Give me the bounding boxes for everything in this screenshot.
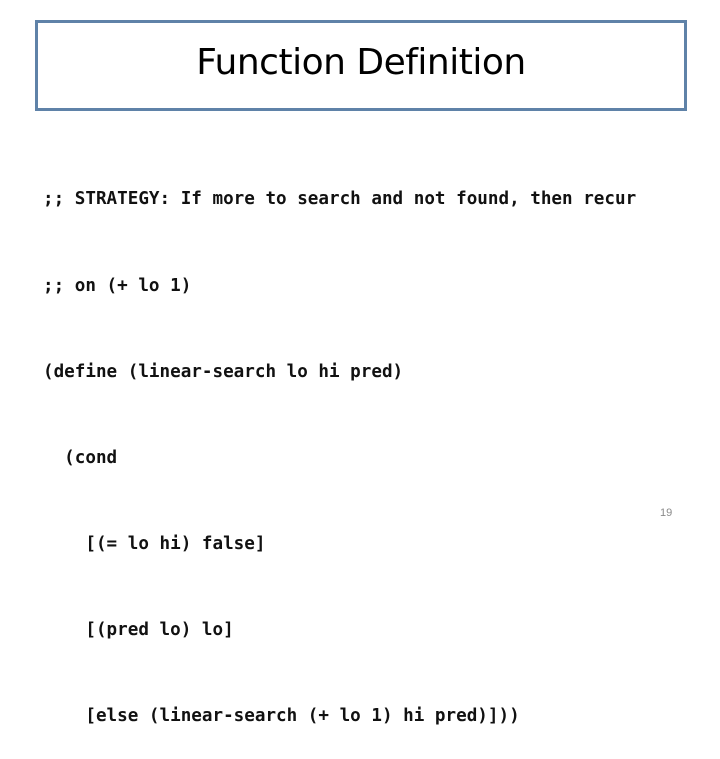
code-line-clause-equal: [(= lo hi) false]	[43, 533, 266, 554]
code-line-comment-strategy: ;; STRATEGY: If more to search and not f…	[43, 189, 637, 210]
code-block: ;; STRATEGY: If more to search and not f…	[43, 128, 636, 759]
code-line-cond: (cond	[43, 447, 118, 468]
slide-title: Function Definition	[196, 42, 526, 83]
code-line-clause-else: [else (linear-search (+ lo 1) hi pred)])…	[43, 705, 520, 726]
slide-number: 19	[660, 507, 673, 519]
title-box: Function Definition	[35, 20, 687, 111]
code-line-comment-recur: ;; on (+ lo 1)	[43, 275, 192, 296]
code-line-clause-pred: [(pred lo) lo]	[43, 619, 234, 640]
code-line-define: (define (linear-search lo hi pred)	[43, 361, 404, 382]
